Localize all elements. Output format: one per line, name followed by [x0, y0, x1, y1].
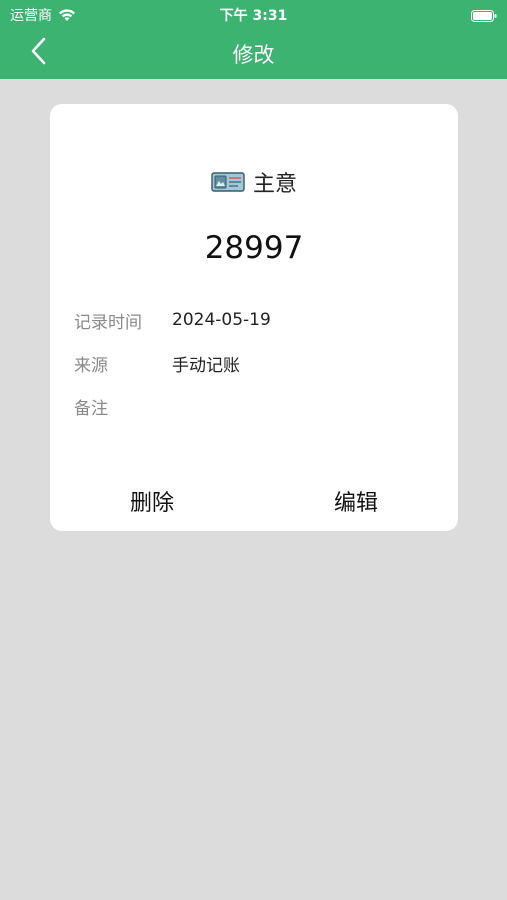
battery-icon: [471, 7, 497, 22]
delete-button[interactable]: 删除: [50, 486, 254, 522]
info-row-date: 记录时间 2024-05-19: [74, 308, 271, 333]
source-label: 来源: [74, 355, 108, 376]
info-row-note: 备注: [74, 394, 172, 419]
nav-bar: 修改: [0, 28, 507, 79]
source-value: 手动记账: [172, 355, 240, 376]
status-time: 下午 3:31: [219, 8, 288, 24]
app-header: 运营商 下午 3:31 修改: [0, 0, 507, 79]
record-card: 主意 28997 记录时间 2024-05-19 来源 手动记账 备注 删除 编…: [50, 104, 458, 531]
category-label: 主意: [252, 172, 297, 197]
info-row-source: 来源 手动记账: [74, 351, 240, 376]
page-title: 修改: [232, 43, 275, 67]
date-label: 记录时间: [74, 312, 142, 333]
category-row: 主意: [50, 166, 458, 198]
note-label: 备注: [74, 398, 108, 419]
status-bar: 运营商 下午 3:31: [0, 0, 507, 28]
edit-button[interactable]: 编辑: [254, 486, 458, 522]
date-value: 2024-05-19: [172, 310, 271, 330]
action-bar: 删除 编辑: [50, 486, 458, 522]
ticket-icon: [211, 171, 245, 193]
amount-value: 28997: [204, 230, 304, 266]
